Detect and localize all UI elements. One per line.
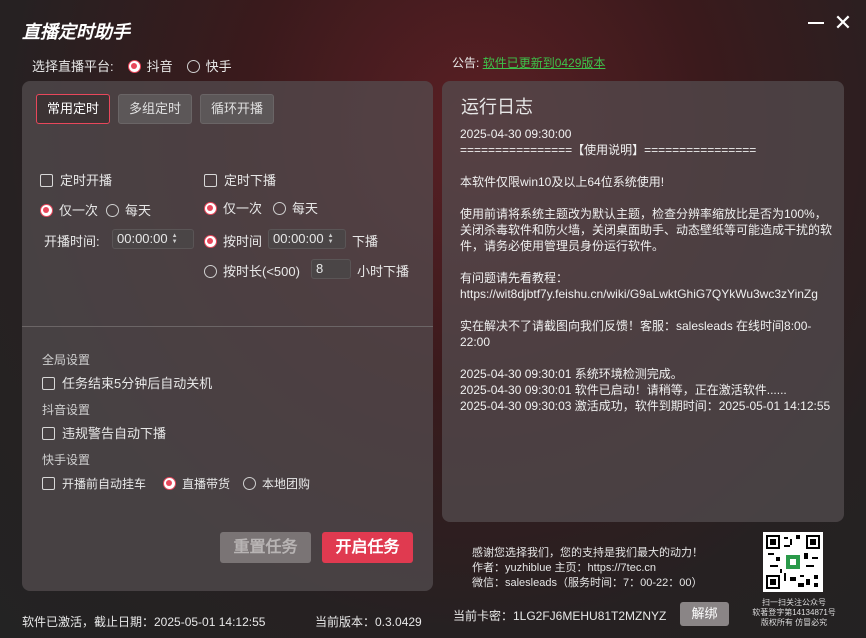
minimize-icon[interactable] xyxy=(805,12,827,34)
start-daily-radio[interactable]: 每天 xyxy=(106,200,151,219)
card-key-label: 当前卡密：1LG2FJ6MEHU81T2MZNYZ xyxy=(453,609,667,623)
radio-icon xyxy=(204,202,217,215)
spinner-icon[interactable]: ▲ ▼ xyxy=(172,233,178,245)
start-time-input[interactable]: 00:00:00 ▲ ▼ xyxy=(112,229,194,249)
tab-loop-live[interactable]: 循环开播 xyxy=(200,94,275,124)
log-text: 2025-04-30 09:30:00 ================【使用说… xyxy=(460,127,833,413)
radio-icon xyxy=(40,204,53,217)
kuaishou-settings-title: 快手设置 xyxy=(42,453,91,467)
notice-link[interactable]: 软件已更新到0429版本 xyxy=(483,56,606,70)
violation-auto-stop-checkbox[interactable]: 违规警告自动下播 xyxy=(42,423,166,442)
checkbox-icon xyxy=(42,477,55,490)
auto-hang-cart-checkbox[interactable]: 开播前自动挂车 xyxy=(42,475,146,492)
platform-label: 选择直播平台: xyxy=(32,59,114,74)
radio-icon xyxy=(204,235,217,248)
activation-status: 软件已激活，截止日期：2025-05-01 14:12:55 xyxy=(22,615,266,629)
radio-icon xyxy=(163,477,176,490)
author-info: 感谢您选择我们，您的支持是我们最大的动力！ 作者：yuzhiblue 主页：htt… xyxy=(472,547,703,589)
platform-kuaishou-radio[interactable]: 快手 xyxy=(186,56,232,75)
checkbox-icon xyxy=(204,174,217,187)
qr-caption: 扫一扫关注公众号 软著登字第14134871号 版权所有 仿冒必究 xyxy=(752,598,836,627)
close-icon[interactable]: ✕ xyxy=(832,12,854,34)
radio-icon xyxy=(273,202,286,215)
scheduled-stop-checkbox[interactable]: 定时下播 xyxy=(204,170,276,189)
notice: 公告: 软件已更新到0429版本 xyxy=(452,54,605,71)
radio-icon xyxy=(127,60,141,73)
tab-common-schedule[interactable]: 常用定时 xyxy=(36,94,111,124)
notice-label: 公告: xyxy=(452,56,480,70)
tab-multi-schedule[interactable]: 多组定时 xyxy=(118,94,193,124)
divider xyxy=(22,326,433,327)
spinner-icon[interactable]: ▲ ▼ xyxy=(328,233,334,245)
auto-shutdown-checkbox[interactable]: 任务结束5分钟后自动关机 xyxy=(42,373,212,392)
radio-icon xyxy=(106,204,119,217)
global-settings-title: 全局设置 xyxy=(42,353,91,367)
platform-douyin-radio[interactable]: 抖音 xyxy=(127,56,173,75)
stop-time-input[interactable]: 00:00:00 ▲ ▼ xyxy=(268,229,346,249)
live-commerce-radio[interactable]: 直播带货 xyxy=(163,475,230,492)
checkbox-icon xyxy=(42,427,55,440)
stop-by-time-radio[interactable]: 按时间 xyxy=(204,231,262,250)
settings-panel xyxy=(22,81,433,591)
reset-task-button[interactable]: 重置任务 xyxy=(220,532,311,563)
stop-by-duration-suffix: 小时下播 xyxy=(357,264,410,279)
radio-icon xyxy=(204,265,217,278)
qr-code-image xyxy=(766,535,820,589)
duration-input[interactable]: 8 xyxy=(311,259,351,279)
log-title: 运行日志 xyxy=(461,97,533,117)
start-once-radio[interactable]: 仅一次 xyxy=(40,200,98,219)
radio-icon xyxy=(186,60,200,73)
start-task-button[interactable]: 开启任务 xyxy=(322,532,413,563)
start-time-label: 开播时间: xyxy=(44,234,100,249)
qr-code xyxy=(763,532,823,592)
stop-by-duration-radio[interactable]: 按时长(<500) xyxy=(204,261,300,280)
scheduled-start-checkbox[interactable]: 定时开播 xyxy=(40,170,112,189)
stop-daily-radio[interactable]: 每天 xyxy=(273,198,318,217)
version-label: 当前版本：0.3.0429 xyxy=(315,615,422,629)
checkbox-icon xyxy=(42,377,55,390)
unbind-button[interactable]: 解绑 xyxy=(680,602,729,626)
checkbox-icon xyxy=(40,174,53,187)
platform-selector: 选择直播平台: 抖音 快手 xyxy=(32,56,232,75)
stop-by-time-suffix: 下播 xyxy=(352,234,379,249)
local-group-buy-radio[interactable]: 本地团购 xyxy=(243,475,310,492)
radio-icon xyxy=(243,477,256,490)
douyin-settings-title: 抖音设置 xyxy=(42,403,91,417)
stop-once-radio[interactable]: 仅一次 xyxy=(204,198,262,217)
app-title: 直播定时助手 xyxy=(22,22,130,42)
